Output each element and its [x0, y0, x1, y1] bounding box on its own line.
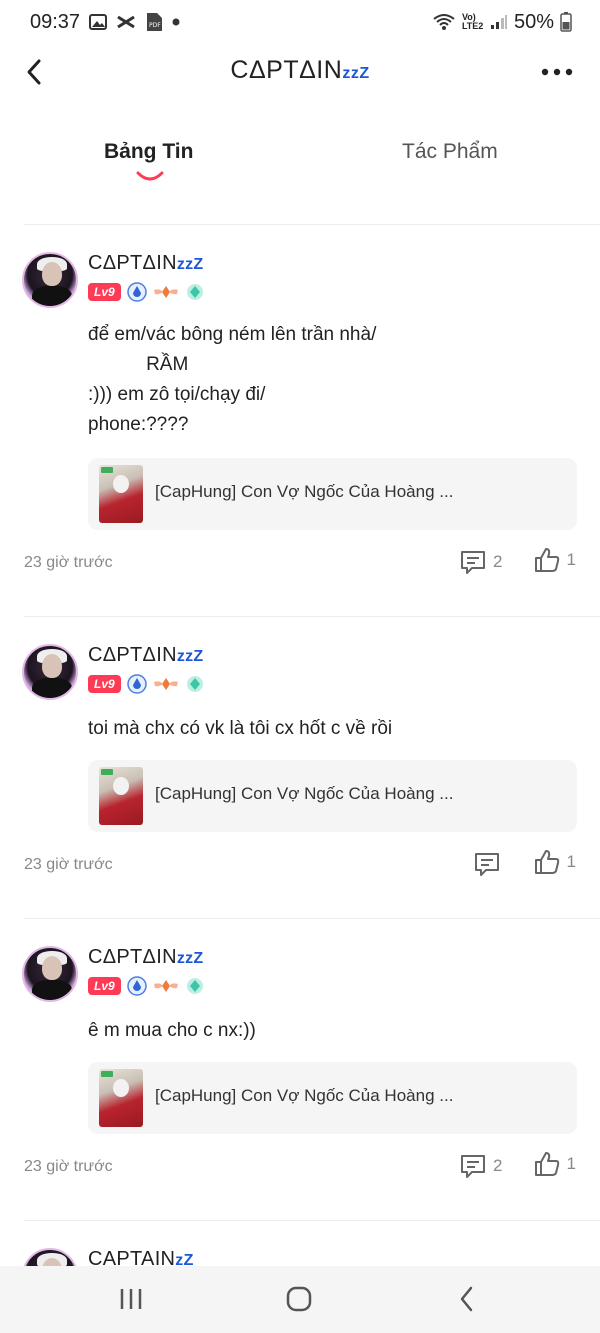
work-title: [CapHung] Con Vợ Ngốc Của Hoàng ...: [155, 482, 454, 501]
level-badge: Lv9: [88, 675, 121, 693]
work-cover-image: [99, 465, 143, 523]
recent-apps-icon: [120, 1289, 142, 1309]
work-title: [CapHung] Con Vợ Ngốc Của Hoàng ...: [155, 784, 454, 803]
avatar[interactable]: [22, 644, 78, 700]
svg-text:PDF: PDF: [149, 22, 161, 29]
home-icon: [286, 1286, 312, 1312]
gallery-icon: [89, 14, 108, 30]
blue-drop-badge-icon: [126, 674, 147, 694]
feed-post: CΔPTΔINzzZ Lv9 để em/vác bông ném lên tr…: [0, 252, 600, 592]
work-cover-image: [99, 1069, 143, 1127]
page-title: CΔPTΔINzzZ: [0, 56, 600, 85]
battery-icon: [560, 12, 572, 32]
work-title: [CapHung] Con Vợ Ngốc Của Hoàng ...: [155, 1086, 454, 1105]
like-button[interactable]: 1: [533, 546, 576, 574]
linked-work-card[interactable]: [CapHung] Con Vợ Ngốc Của Hoàng ...: [88, 760, 577, 832]
wings-badge-icon: [153, 678, 178, 690]
notification-dot-icon: [172, 18, 180, 26]
like-count: 1: [566, 1154, 576, 1173]
feed-post: CΔPTΔINzzZ Lv9 toi mà chx có vk là tôi c…: [0, 644, 600, 894]
divider: [24, 224, 600, 225]
wifi-icon: [432, 13, 456, 31]
comment-count: 2: [493, 1156, 503, 1175]
app-header: CΔPTΔINzzZ: [0, 44, 600, 100]
comment-icon: [461, 551, 485, 574]
like-count: 1: [566, 550, 576, 569]
comment-button[interactable]: 2: [459, 548, 502, 576]
gem-badge-icon: [186, 978, 203, 994]
divider: [24, 1220, 600, 1221]
tab-works[interactable]: Tác Phẩm: [402, 140, 498, 164]
comment-button[interactable]: [473, 850, 507, 878]
recent-apps-button[interactable]: [111, 1284, 151, 1314]
back-button[interactable]: [18, 56, 50, 88]
like-count: 1: [566, 852, 576, 871]
post-content: toi mà chx có vk là tôi cx hốt c về rồi: [88, 718, 393, 739]
avatar[interactable]: [22, 1248, 78, 1266]
page-title-zz: zzZ: [342, 65, 370, 82]
chevron-left-icon: [27, 59, 41, 85]
level-badge: Lv9: [88, 283, 121, 301]
gem-badge-icon: [186, 284, 203, 300]
home-button[interactable]: [279, 1284, 319, 1314]
divider: [24, 616, 600, 617]
more-options-button[interactable]: [540, 58, 574, 86]
avatar[interactable]: [22, 946, 78, 1002]
feed-post: CΔPTΔINzzZ Lv9 ê m mua cho c nx:)) [CapH…: [0, 946, 600, 1196]
thumbs-up-icon: [534, 548, 559, 572]
linked-work-card[interactable]: [CapHung] Con Vợ Ngốc Của Hoàng ...: [88, 458, 577, 530]
tab-feed[interactable]: Bảng Tin: [104, 140, 193, 164]
user-badges: Lv9: [88, 674, 205, 694]
status-bar: 09:37 PDF Vo) LTE2 50%: [0, 0, 600, 44]
thumbs-up-icon: [534, 1152, 559, 1176]
page-title-text: CΔPTΔIN: [230, 56, 343, 84]
blue-drop-badge-icon: [126, 282, 147, 302]
post-content: ê m mua cho c nx:)): [88, 1020, 256, 1041]
capcut-icon: [116, 14, 136, 30]
pdf-icon: PDF: [145, 12, 163, 32]
post-timestamp: 23 giờ trước: [24, 554, 113, 571]
post-content: để em/vác bông ném lên trần nhà/ RẦM :))…: [88, 324, 377, 435]
divider: [24, 918, 600, 919]
like-button[interactable]: 1: [533, 1150, 576, 1178]
network-label: Vo) LTE2: [461, 12, 484, 31]
tab-bar: Bảng Tin Tác Phẩm: [0, 130, 600, 190]
wings-badge-icon: [153, 286, 178, 298]
like-button[interactable]: 1: [533, 848, 576, 876]
system-back-button[interactable]: [447, 1284, 487, 1314]
comment-button[interactable]: 2: [459, 1152, 502, 1180]
post-timestamp: 23 giờ trước: [24, 856, 113, 873]
linked-work-card[interactable]: [CapHung] Con Vợ Ngốc Của Hoàng ...: [88, 1062, 577, 1134]
post-author[interactable]: CΔPTΔINzzZ: [88, 252, 204, 275]
wings-badge-icon: [153, 980, 178, 992]
status-time: 09:37: [30, 10, 81, 33]
thumbs-up-icon: [534, 850, 559, 874]
work-cover-image: [99, 767, 143, 825]
post-timestamp: 23 giờ trước: [24, 1158, 113, 1175]
more-dots-icon: [541, 68, 573, 76]
post-author[interactable]: CAPTAINzZ: [88, 1248, 194, 1266]
gem-badge-icon: [186, 676, 203, 692]
post-author[interactable]: CΔPTΔINzzZ: [88, 644, 204, 667]
system-nav-bar: [0, 1266, 600, 1333]
blue-drop-badge-icon: [126, 976, 147, 996]
level-badge: Lv9: [88, 977, 121, 995]
comment-count: 2: [493, 552, 503, 571]
comment-icon: [475, 853, 499, 876]
user-badges: Lv9: [88, 282, 205, 302]
avatar[interactable]: [22, 252, 78, 308]
post-author[interactable]: CΔPTΔINzzZ: [88, 946, 204, 969]
comment-icon: [461, 1155, 485, 1178]
chevron-left-icon: [460, 1286, 473, 1312]
signal-icon: [490, 14, 508, 30]
tab-active-indicator: [136, 170, 164, 188]
user-badges: Lv9: [88, 976, 205, 996]
feed-post-peek: CAPTAINzZ: [0, 1244, 600, 1266]
battery-percent: 50%: [513, 10, 554, 33]
